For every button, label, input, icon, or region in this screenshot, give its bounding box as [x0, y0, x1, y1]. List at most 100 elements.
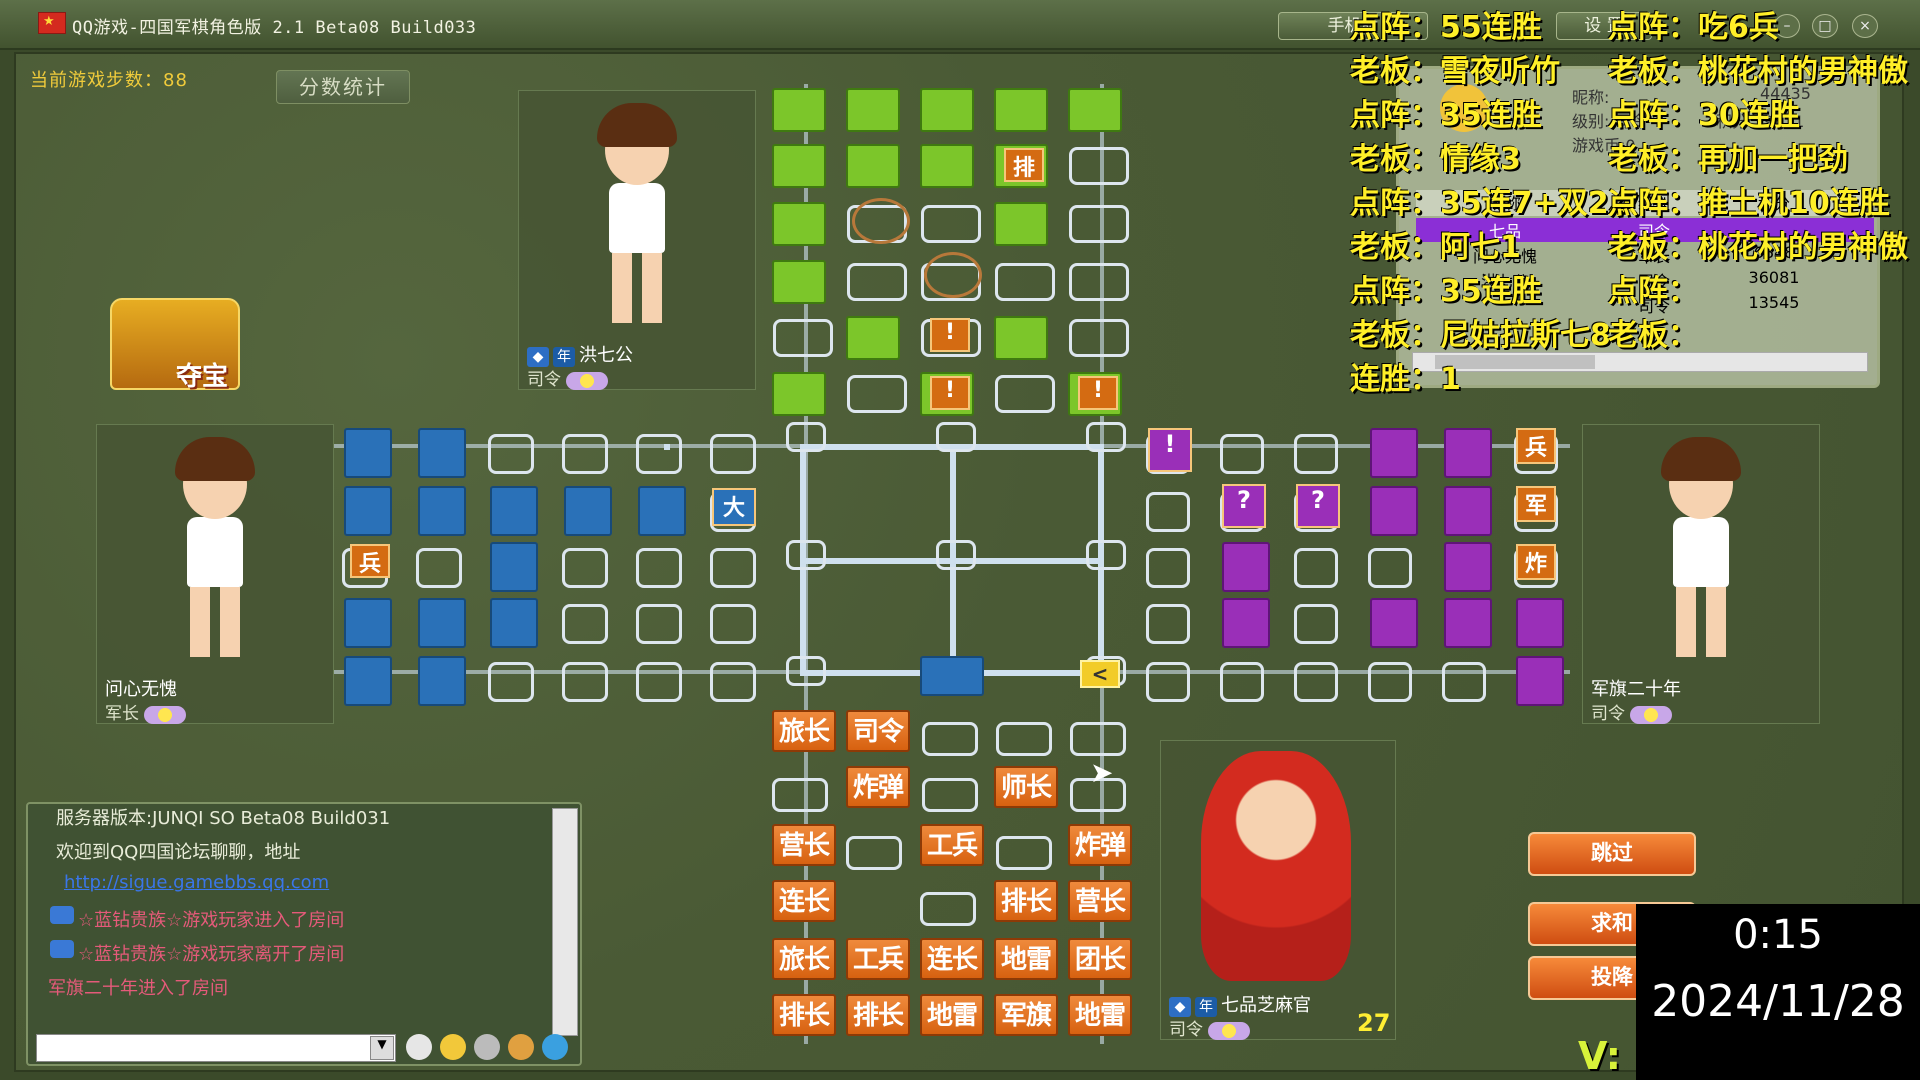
board-slot[interactable]	[710, 434, 756, 474]
board-slot[interactable]	[488, 434, 534, 474]
blue-piece[interactable]	[418, 656, 466, 706]
board-slot[interactable]	[1220, 662, 1264, 702]
right-mark-piece[interactable]: !	[1148, 428, 1192, 472]
my-piece[interactable]: 军旗	[994, 994, 1058, 1036]
board-slot[interactable]	[1070, 722, 1126, 756]
junction-slot[interactable]	[936, 540, 976, 570]
purple-piece[interactable]	[1516, 598, 1564, 648]
green-piece[interactable]	[920, 144, 974, 188]
my-piece[interactable]: 炸弹	[846, 766, 910, 808]
junction-slot[interactable]	[1086, 422, 1126, 452]
blue-piece[interactable]	[344, 486, 392, 536]
blue-piece[interactable]	[418, 598, 466, 648]
blue-piece[interactable]	[638, 486, 686, 536]
blue-last-move-piece[interactable]	[920, 656, 984, 696]
list-hscrollbar[interactable]	[1412, 352, 1868, 372]
my-piece[interactable]: 地雷	[994, 938, 1058, 980]
board-slot[interactable]	[922, 722, 978, 756]
camp-circle[interactable]	[924, 252, 982, 298]
purple-piece[interactable]	[1370, 598, 1418, 648]
blue-piece[interactable]	[490, 486, 538, 536]
board-slot[interactable]	[1146, 548, 1190, 588]
blue-piece[interactable]	[344, 656, 392, 706]
my-piece[interactable]: 排长	[772, 994, 836, 1036]
board-slot[interactable]	[562, 434, 608, 474]
board-slot[interactable]	[1368, 662, 1412, 702]
blue-piece[interactable]	[344, 428, 392, 478]
board-slot[interactable]	[1294, 548, 1338, 588]
junction-slot[interactable]	[786, 540, 826, 570]
close-icon[interactable]: ×	[1852, 14, 1878, 38]
board-slot[interactable]	[1442, 662, 1486, 702]
board-slot[interactable]	[1220, 434, 1264, 474]
my-piece[interactable]: 地雷	[920, 994, 984, 1036]
blue-piece[interactable]	[418, 486, 466, 536]
purple-piece[interactable]	[1370, 428, 1418, 478]
board-slot[interactable]	[562, 548, 608, 588]
camp-circle[interactable]	[852, 198, 910, 244]
speaker-icon[interactable]	[474, 1034, 500, 1060]
my-piece[interactable]: 师长	[994, 766, 1058, 808]
green-piece[interactable]	[1068, 88, 1122, 132]
board-slot[interactable]	[847, 375, 907, 413]
chat-bubble-icon[interactable]	[406, 1034, 432, 1060]
board-slot[interactable]	[995, 375, 1055, 413]
my-piece[interactable]: 工兵	[920, 824, 984, 866]
top-mark-piece[interactable]: !	[930, 376, 970, 410]
board-slot[interactable]	[1294, 434, 1338, 474]
my-piece[interactable]: 营长	[772, 824, 836, 866]
green-piece[interactable]	[920, 88, 974, 132]
treasure-label[interactable]: 夺宝	[176, 356, 228, 393]
right-mark-piece[interactable]: 军	[1516, 486, 1556, 522]
green-piece[interactable]	[994, 202, 1048, 246]
board-slot[interactable]	[636, 662, 682, 702]
purple-piece[interactable]	[1516, 656, 1564, 706]
right-mark-piece[interactable]: ?	[1296, 484, 1340, 528]
board-slot[interactable]	[1146, 492, 1190, 532]
right-mark-piece[interactable]: ?	[1222, 484, 1266, 528]
left-mark-piece[interactable]: 大	[712, 488, 756, 526]
blue-piece[interactable]	[418, 428, 466, 478]
blue-piece[interactable]	[564, 486, 612, 536]
maximize-icon[interactable]: □	[1812, 14, 1838, 38]
board-slot[interactable]	[996, 722, 1052, 756]
my-piece[interactable]: 工兵	[846, 938, 910, 980]
board-slot[interactable]	[636, 434, 682, 474]
my-piece[interactable]: 司令	[846, 710, 910, 752]
green-piece[interactable]	[994, 316, 1048, 360]
chat-scrollbar[interactable]	[552, 808, 578, 1036]
purple-piece[interactable]	[1222, 598, 1270, 648]
purple-piece[interactable]	[1222, 542, 1270, 592]
green-piece[interactable]	[772, 202, 826, 246]
board-slot[interactable]	[1069, 147, 1129, 185]
board-slot[interactable]	[995, 263, 1055, 301]
green-piece[interactable]	[846, 88, 900, 132]
my-piece[interactable]: 团长	[1068, 938, 1132, 980]
blue-piece[interactable]	[490, 542, 538, 592]
board-slot[interactable]	[1069, 263, 1129, 301]
my-piece[interactable]: 连长	[920, 938, 984, 980]
board-slot[interactable]	[772, 778, 828, 812]
board-slot[interactable]	[1294, 604, 1338, 644]
green-piece[interactable]	[846, 144, 900, 188]
green-piece[interactable]	[994, 88, 1048, 132]
board-slot[interactable]	[920, 892, 976, 926]
junction-slot[interactable]	[786, 656, 826, 686]
board-slot[interactable]	[921, 205, 981, 243]
my-piece[interactable]: 地雷	[1068, 994, 1132, 1036]
board-slot[interactable]	[773, 319, 833, 357]
board-slot[interactable]	[562, 604, 608, 644]
green-piece[interactable]	[846, 316, 900, 360]
green-piece[interactable]	[772, 88, 826, 132]
board-slot[interactable]	[636, 604, 682, 644]
purple-piece[interactable]	[1444, 598, 1492, 648]
my-piece[interactable]: 旅长	[772, 938, 836, 980]
junction-slot[interactable]	[786, 422, 826, 452]
board-slot[interactable]	[636, 548, 682, 588]
blue-piece[interactable]	[344, 598, 392, 648]
board-slot[interactable]	[1069, 205, 1129, 243]
my-piece[interactable]: 旅长	[772, 710, 836, 752]
board-slot[interactable]	[562, 662, 608, 702]
junction-slot[interactable]	[1086, 540, 1126, 570]
top-mark-piece[interactable]: !	[930, 318, 970, 352]
